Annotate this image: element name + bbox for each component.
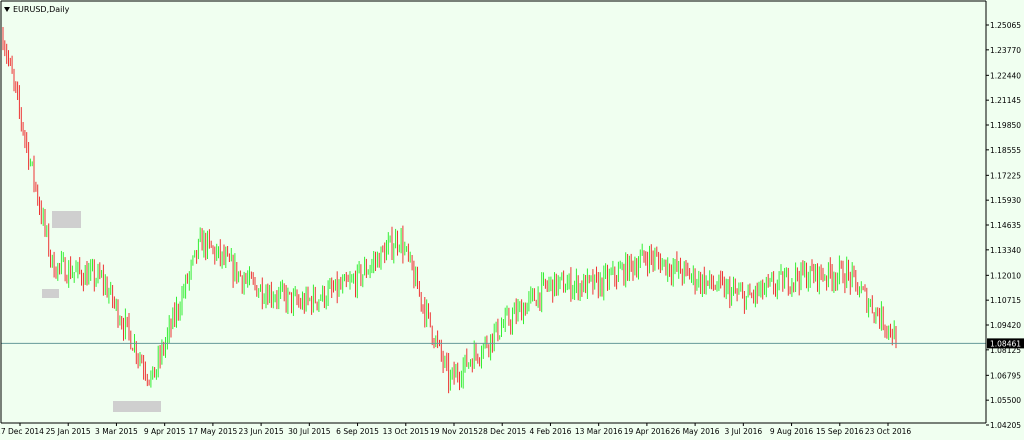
y-tick-label: 1.18555 — [990, 146, 1021, 155]
y-tick-label: 1.14635 — [990, 221, 1021, 230]
x-tick-label: 9 Apr 2015 — [144, 427, 186, 436]
y-tick-label: 1.04205 — [990, 421, 1021, 430]
symbol-title-label: EURUSD,Daily — [13, 4, 70, 14]
dropdown-triangle-icon[interactable] — [4, 6, 10, 12]
x-tick-label: 6 Sep 2015 — [336, 427, 379, 436]
highlight-box — [113, 401, 161, 412]
x-tick-label: 15 Sep 2016 — [816, 427, 864, 436]
y-tick-label: 1.06795 — [990, 371, 1021, 380]
x-tick-label: 30 Jul 2015 — [288, 427, 331, 436]
x-tick-label: 23 Oct 2016 — [865, 427, 912, 436]
y-tick-label: 1.09420 — [990, 321, 1021, 330]
chart-area[interactable]: 1.08461 1.25065 1.23770 1.22440 1.21145 1.19… — [0, 0, 1024, 440]
x-tick-label: 17 Dec 2014 — [0, 427, 44, 436]
y-tick-label: 1.08125 — [990, 346, 1021, 355]
y-tick-label: 1.13340 — [990, 246, 1021, 255]
x-tick-label: 3 Jul 2016 — [724, 427, 762, 436]
y-tick-label: 1.23770 — [990, 46, 1021, 55]
x-tick-label: 9 Aug 2016 — [770, 427, 813, 436]
x-tick-label: 19 Apr 2016 — [624, 427, 671, 436]
y-tick-label: 1.10715 — [990, 296, 1021, 305]
x-tick-label: 19 Nov 2015 — [430, 427, 478, 436]
y-tick-label: 1.12010 — [990, 271, 1021, 280]
y-tick-label: 1.25065 — [990, 21, 1021, 30]
x-tick-label: 26 May 2016 — [671, 427, 720, 436]
y-tick-label: 1.17225 — [990, 171, 1021, 180]
y-tick-label: 1.22440 — [990, 71, 1021, 80]
x-tick-label: 28 Dec 2015 — [478, 427, 526, 436]
y-tick-label: 1.19850 — [990, 121, 1021, 130]
chart-title: EURUSD,Daily — [4, 2, 69, 16]
x-tick-label: 25 Jan 2015 — [46, 427, 91, 436]
y-tick-label: 1.05500 — [990, 396, 1021, 405]
y-tick-label: 1.15930 — [990, 196, 1021, 205]
highlight-box — [42, 289, 59, 298]
price-chart-svg: 1.08461 1.250651.237701.224401.211451.19… — [0, 0, 1024, 436]
y-tick-label: 1.21145 — [990, 96, 1021, 105]
x-tick-label: 13 Oct 2015 — [383, 427, 430, 436]
x-tick-label: 3 Mar 2015 — [95, 427, 138, 436]
x-tick-label: 17 May 2015 — [188, 427, 237, 436]
highlight-box — [52, 211, 81, 228]
x-tick-label: 13 Mar 2016 — [575, 427, 623, 436]
x-tick-label: 4 Feb 2016 — [529, 427, 571, 436]
x-tick-label: 23 Jun 2015 — [239, 427, 284, 436]
